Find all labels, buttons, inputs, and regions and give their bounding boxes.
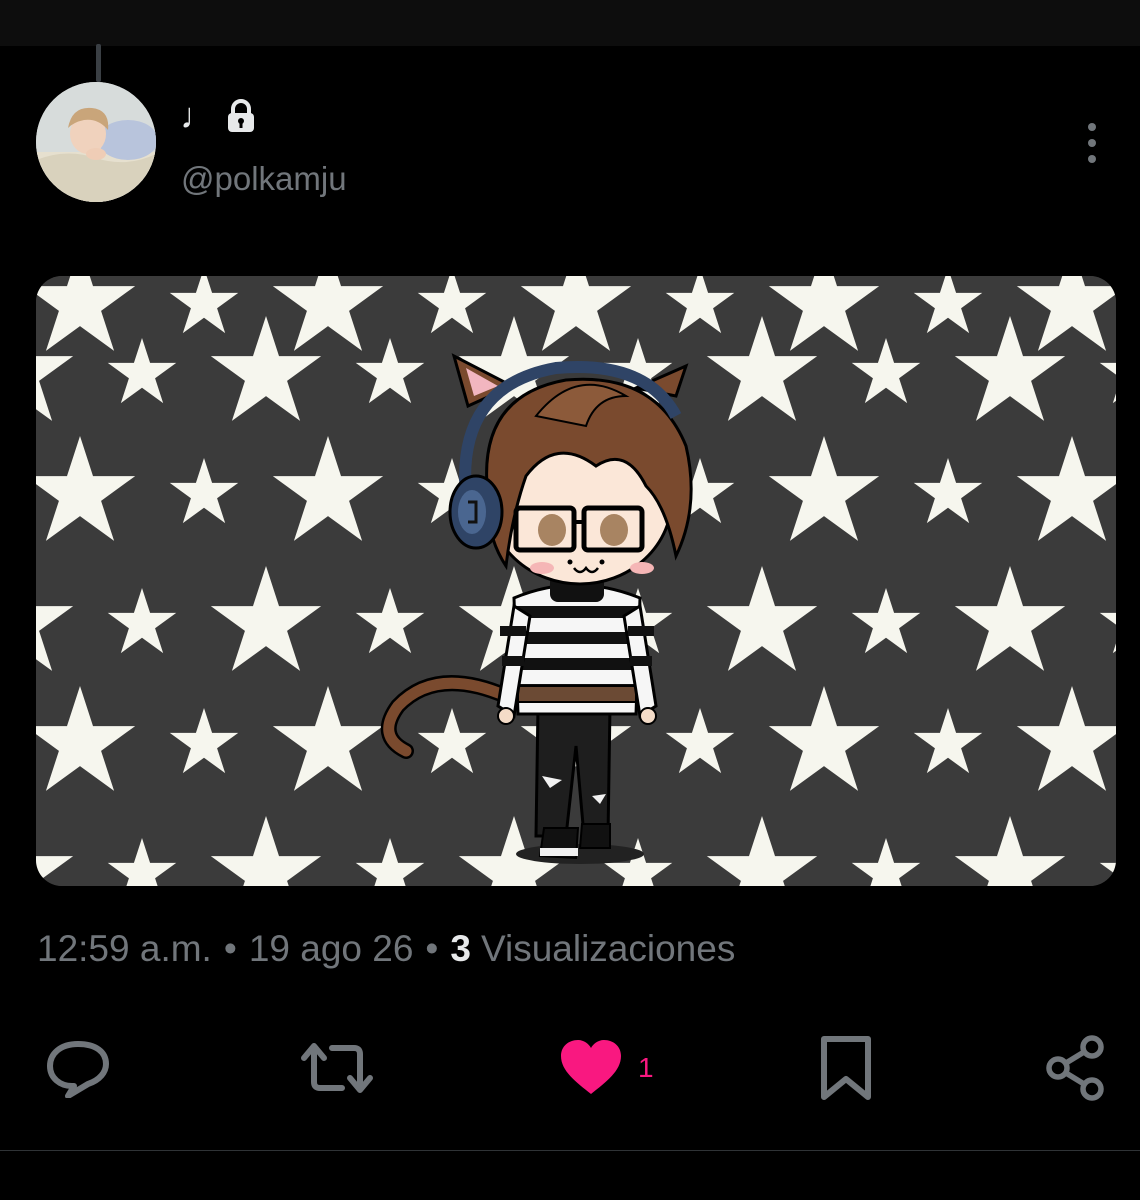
- bookmark-button[interactable]: [818, 1030, 874, 1106]
- author-display-name[interactable]: ♩: [180, 95, 216, 137]
- bookmark-icon: [821, 1036, 871, 1100]
- meta-separator: •: [425, 928, 439, 969]
- share-button[interactable]: [1044, 1030, 1110, 1106]
- gacha-character-illustration: [36, 276, 1116, 886]
- author-avatar[interactable]: [36, 82, 156, 202]
- like-count: 1: [638, 1052, 654, 1083]
- views-count[interactable]: 3: [450, 928, 471, 970]
- heart-icon: [561, 1040, 621, 1094]
- share-icon: [1046, 1035, 1104, 1101]
- post-time[interactable]: 12:59 a.m.: [37, 928, 212, 970]
- reply-icon: [47, 1041, 109, 1098]
- views-label[interactable]: Visualizaciones: [481, 928, 735, 970]
- author-display-name-row[interactable]: ♩: [180, 95, 256, 137]
- author-handle[interactable]: @polkamju: [181, 160, 347, 198]
- avatar-photo-icon: [36, 82, 156, 202]
- like-button[interactable]: 1: [558, 1030, 654, 1106]
- post-date[interactable]: 19 ago 26: [249, 928, 414, 970]
- meta-separator: •: [223, 928, 237, 969]
- divider: [0, 1150, 1140, 1151]
- more-options-icon[interactable]: [1078, 118, 1106, 168]
- reply-button[interactable]: [44, 1030, 112, 1106]
- thread-connector-line: [96, 44, 101, 82]
- repost-icon: [301, 1043, 373, 1093]
- post-media-image[interactable]: [36, 276, 1116, 886]
- post-meta: 12:59 a.m. • 19 ago 26 • 3 Visualizacion…: [37, 926, 735, 972]
- previous-content-strip: [0, 0, 1140, 46]
- repost-button[interactable]: [300, 1030, 374, 1106]
- lock-icon: [228, 99, 254, 132]
